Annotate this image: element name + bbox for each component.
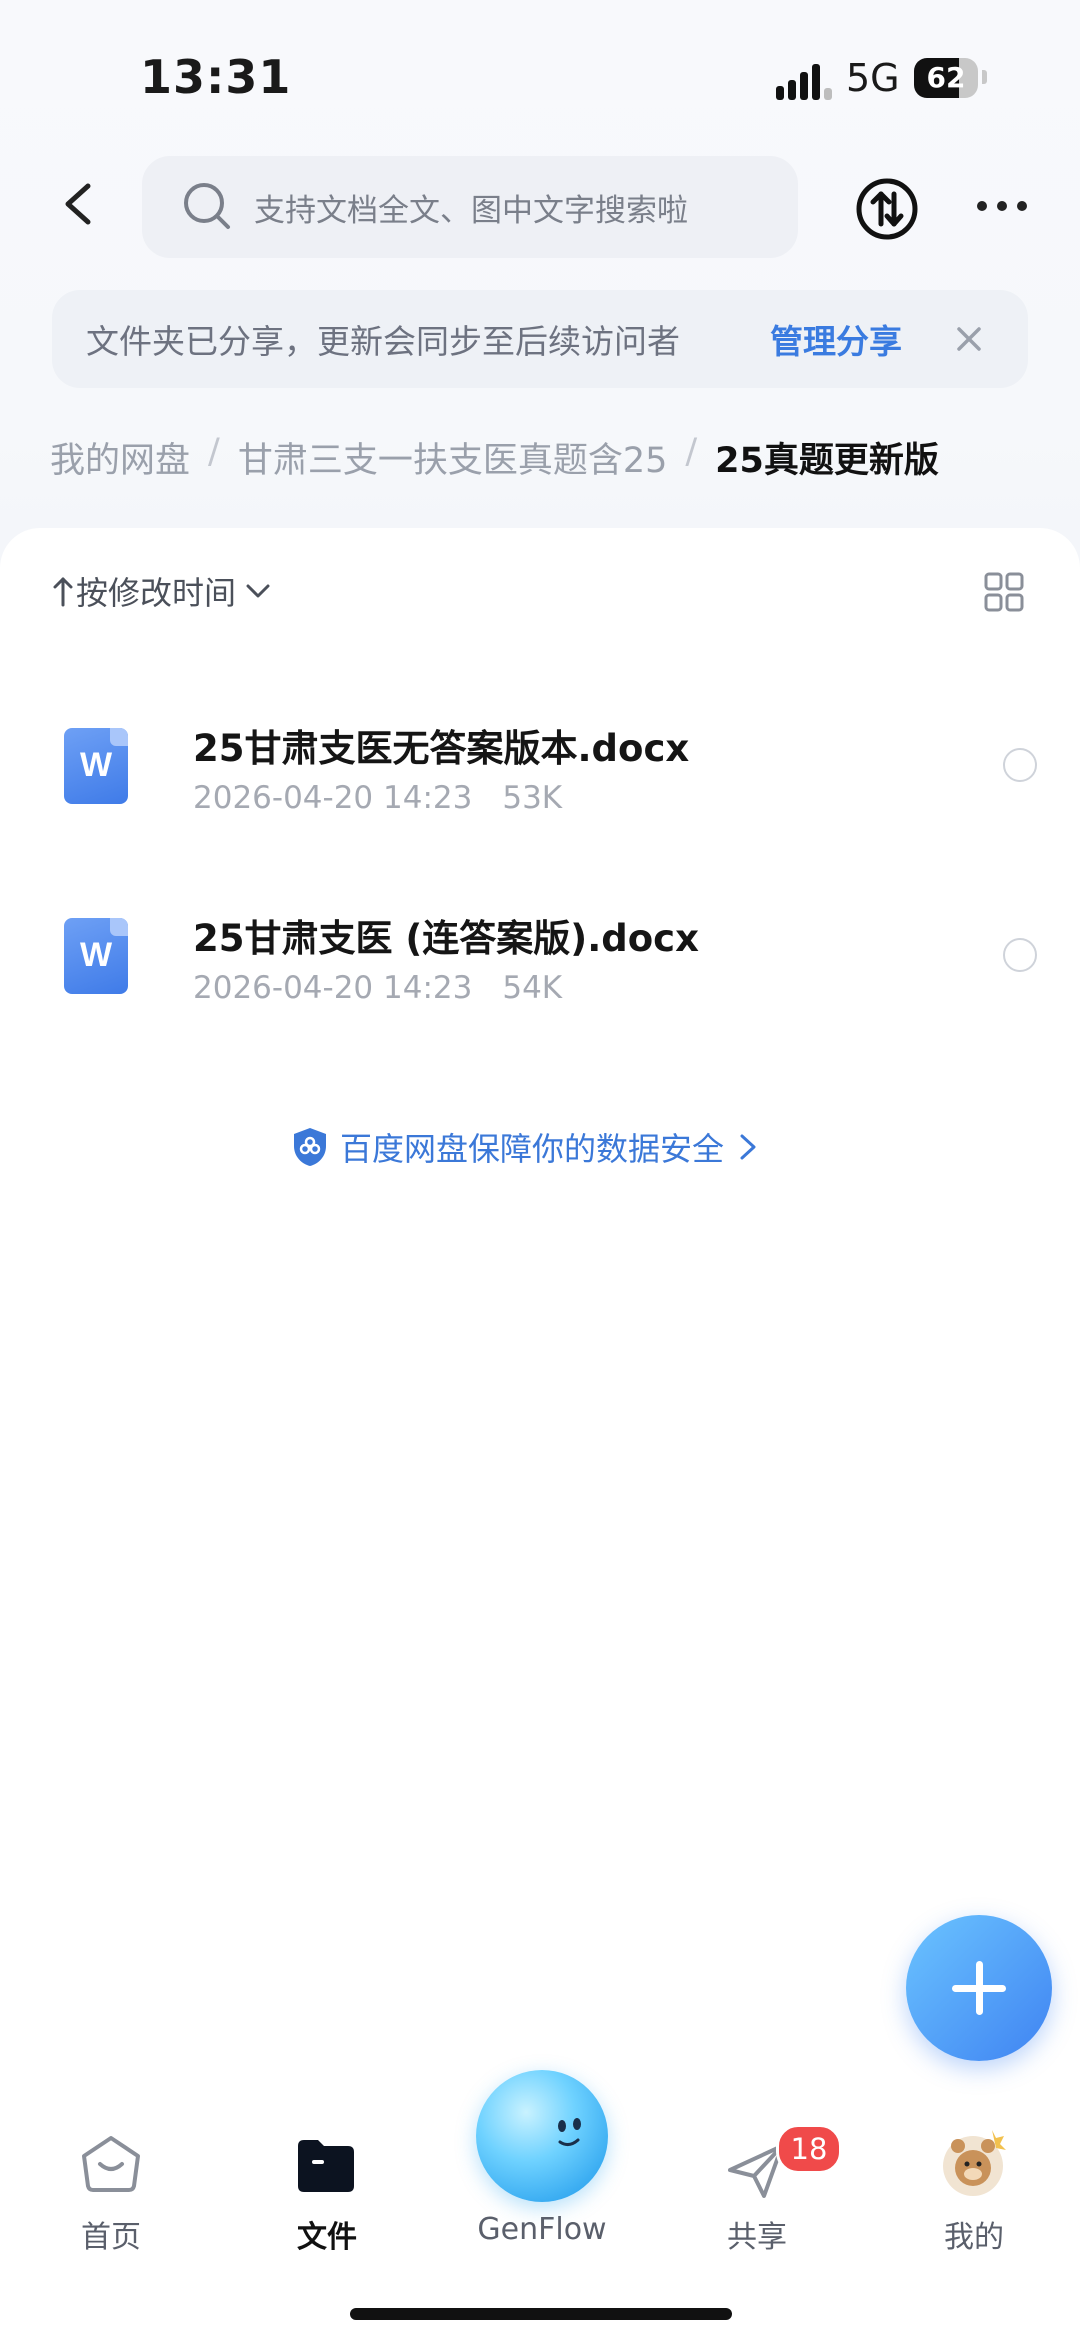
select-radio[interactable] [1003,938,1037,972]
tab-genflow-label[interactable]: GenFlow [467,2212,617,2247]
breadcrumb-item-parent[interactable]: 甘肃三支一扶支医真题含25 [238,432,668,483]
transfer-icon[interactable] [854,176,920,242]
search-icon [184,183,230,229]
tab-share-label[interactable]: 共享 [682,2212,832,2256]
tab-me-label[interactable]: 我的 [899,2212,1049,2256]
word-doc-icon: W [64,728,128,804]
sort-label: 按修改时间 [76,574,237,612]
share-banner-text: 文件夹已分享，更新会同步至后续访问者 [86,322,680,361]
back-icon[interactable] [58,180,98,228]
search-placeholder: 支持文档全文、图中文字搜索啦 [254,192,688,229]
file-date: 2026-04-20 14:23 [193,970,473,1006]
file-date: 2026-04-20 14:23 [193,780,473,816]
breadcrumb-item-current: 25真题更新版 [715,441,939,481]
tab-files-label[interactable]: 文件 [252,2212,402,2256]
file-meta: 2026-04-20 14:23 53K [193,780,562,816]
security-notice-text: 百度网盘保障你的数据安全 [340,1130,725,1168]
signal-icon [776,64,832,100]
file-row[interactable]: W 25甘肃支医无答案版本.docx 2026-04-20 14:23 53K [0,690,1080,840]
home-indicator [350,2308,732,2320]
home-icon[interactable] [78,2134,144,2194]
folder-icon[interactable] [294,2136,358,2194]
shield-icon [294,1128,326,1166]
genflow-mascot-icon[interactable] [476,2070,608,2202]
file-name: 25甘肃支医 (连答案版).docx [193,917,699,960]
search-input[interactable]: 支持文档全文、图中文字搜索啦 [142,156,798,258]
battery-nub [982,70,987,84]
close-icon[interactable] [954,324,984,354]
word-doc-icon: W [64,918,128,994]
security-notice[interactable]: 百度网盘保障你的数据安全 [290,1124,762,1170]
file-meta: 2026-04-20 14:23 54K [193,970,562,1006]
sort-button[interactable]: 按修改时间 [50,568,276,614]
tab-home-label[interactable]: 首页 [36,2212,186,2256]
file-name: 25甘肃支医无答案版本.docx [193,727,690,770]
add-button[interactable] [906,1915,1052,2061]
battery-indicator: 62 [914,58,978,98]
network-type: 5G [846,56,900,100]
file-size: 53K [502,780,563,816]
file-size: 54K [502,970,563,1006]
chevron-right-icon [740,1134,756,1160]
share-banner: 文件夹已分享，更新会同步至后续访问者 管理分享 [52,290,1028,388]
breadcrumb-item-root[interactable]: 我的网盘 [50,432,190,483]
sort-arrow-icon [53,577,73,607]
breadcrumb-separator: / [685,432,698,472]
breadcrumb-separator: / [208,432,220,472]
breadcrumb: 我的网盘 / 甘肃三支一扶支医真题含25 / 25真题更新版 [50,432,939,483]
file-row[interactable]: W 25甘肃支医 (连答案版).docx 2026-04-20 14:23 54K [0,880,1080,1030]
manage-share-link[interactable]: 管理分享 [770,315,902,363]
more-icon[interactable] [974,196,1030,216]
avatar[interactable] [940,2124,1010,2200]
status-time: 13:31 [140,50,292,104]
chevron-down-icon [246,584,270,598]
select-radio[interactable] [1003,748,1037,782]
mascot-face [558,2118,581,2147]
grid-view-icon[interactable] [984,572,1024,612]
share-badge: 18 [776,2124,842,2174]
